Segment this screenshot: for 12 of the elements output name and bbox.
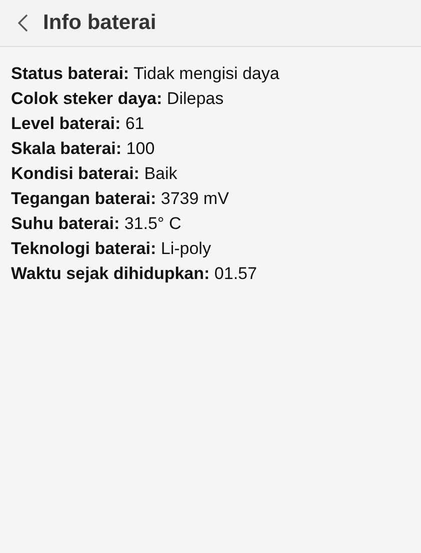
info-row-text: Colok steker daya: Dilepas [11, 88, 225, 110]
back-button[interactable] [17, 13, 29, 33]
info-row-text: Tegangan baterai: 3739 mV [11, 188, 230, 210]
info-row-text: Waktu sejak dihidupkan: 01.57 [11, 263, 258, 285]
back-icon [17, 13, 29, 33]
page-title: Info baterai [43, 11, 156, 35]
info-row-text: Level baterai: 61 [11, 113, 146, 135]
info-row-text: Kondisi baterai: Baik [11, 163, 178, 185]
info-row-text: Suhu baterai: 31.5° C [11, 213, 182, 235]
info-row-text: Skala baterai: 100 [11, 138, 156, 160]
info-row-text: Teknologi baterai: Li-poly [11, 238, 212, 260]
info-row-text: Status baterai: Tidak mengisi daya [11, 63, 280, 85]
